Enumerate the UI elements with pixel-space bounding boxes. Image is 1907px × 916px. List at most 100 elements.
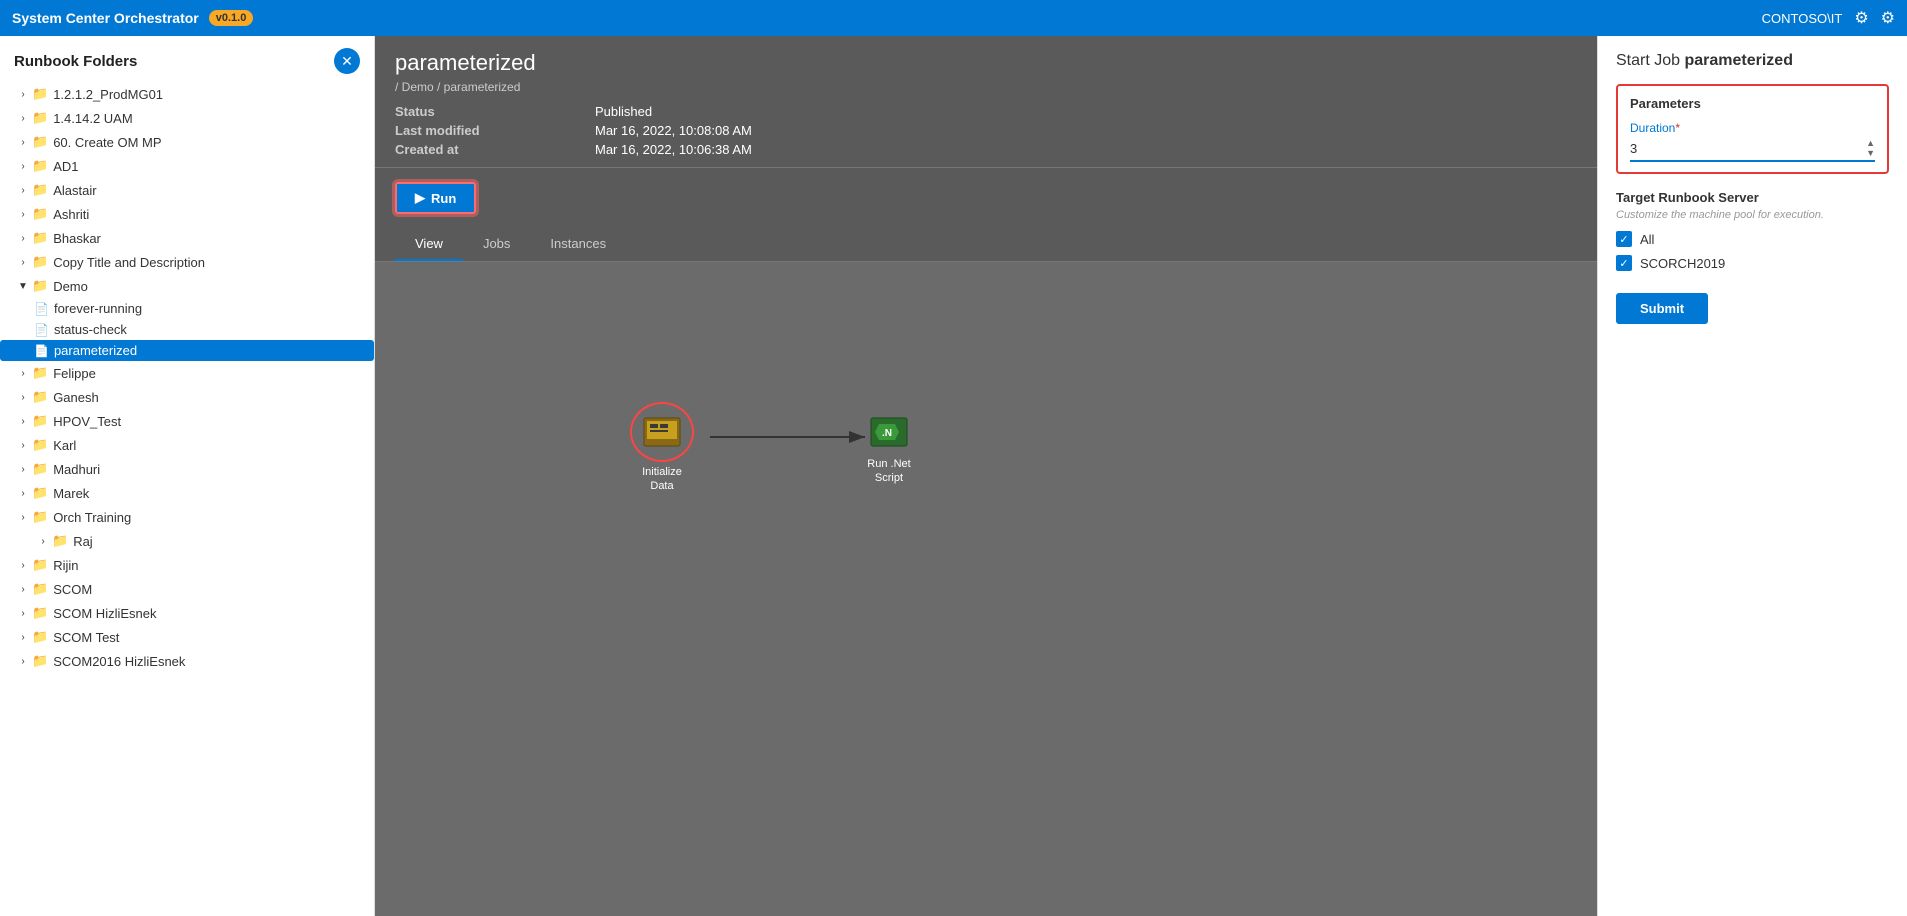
topbar-user: CONTOSO\IT [1762,11,1843,26]
folder-label: Raj [73,534,93,549]
sidebar-item-raj[interactable]: › 📁 Raj [0,529,374,553]
sidebar-item-orch[interactable]: › 📁 Orch Training [0,505,374,529]
sidebar-item-alastair[interactable]: › 📁 Alastair [0,178,374,202]
topbar-left: System Center Orchestrator v0.1.0 [12,10,253,26]
checkbox-scorch-label: SCORCH2019 [1640,256,1725,271]
folder-icon: 📁 [32,389,48,405]
status-value: Published [595,104,1577,119]
folder-icon: 📁 [32,629,48,645]
sidebar-item-marek[interactable]: › 📁 Marek [0,481,374,505]
svg-text:.N: .N [882,428,892,439]
folder-icon: 📁 [32,461,48,477]
panel-title-name: parameterized [1684,52,1793,69]
sidebar-item-60[interactable]: › 📁 60. Create OM MP [0,130,374,154]
gear-icon[interactable]: ⚙ [1881,8,1895,28]
node-icon-initialize [638,410,686,454]
sidebar-item-madhuri[interactable]: › 📁 Madhuri [0,457,374,481]
sidebar-item-rijin[interactable]: › 📁 Rijin [0,553,374,577]
sidebar-item-copytitle[interactable]: › 📁 Copy Title and Description [0,250,374,274]
checkbox-all-row: ✓ All [1616,231,1889,247]
folder-label: Bhaskar [53,231,101,246]
sidebar-item-forever-running[interactable]: 📄 forever-running [0,298,374,319]
canvas-area: InitializeData .N Run .NetScript [375,262,1597,916]
node-icon-dotnet: .N [865,410,913,454]
duration-spinner[interactable]: ▲ ▼ [1866,138,1875,158]
folder-icon: 📁 [32,134,48,150]
tab-view[interactable]: View [395,228,463,261]
folder-label: Felippe [53,366,96,381]
chevron-icon: › [14,656,32,667]
folder-label: 60. Create OM MP [53,135,161,150]
sidebar-item-demo[interactable]: ▼ 📁 Demo [0,274,374,298]
sidebar-header: Runbook Folders ✕ [0,36,374,82]
last-modified-label: Last modified [395,123,575,138]
chevron-icon: › [34,536,52,547]
chevron-icon: › [14,440,32,451]
folder-icon: 📁 [32,413,48,429]
chevron-icon: › [14,185,32,196]
chevron-icon: › [14,488,32,499]
settings-icon[interactable]: ⚙ [1854,8,1868,28]
workflow-node-initialize[interactable]: InitializeData [630,402,694,494]
folder-icon: 📁 [32,86,48,102]
chevron-icon: › [14,392,32,403]
file-icon: 📄 [34,323,49,337]
sidebar-item-hpov[interactable]: › 📁 HPOV_Test [0,409,374,433]
chevron-icon: › [14,257,32,268]
tab-jobs[interactable]: Jobs [463,228,530,261]
sidebar-item-scomtest[interactable]: › 📁 SCOM Test [0,625,374,649]
folder-label: Ganesh [53,390,99,405]
sidebar-item-ganesh[interactable]: › 📁 Ganesh [0,385,374,409]
checkbox-all[interactable]: ✓ [1616,231,1632,247]
sidebar-item-bhaskar[interactable]: › 📁 Bhaskar [0,226,374,250]
checkbox-scorch[interactable]: ✓ [1616,255,1632,271]
folder-label: Orch Training [53,510,131,525]
topbar: System Center Orchestrator v0.1.0 CONTOS… [0,0,1907,36]
folder-icon: 📁 [32,653,48,669]
folder-label: Ashriti [53,207,89,222]
file-label: forever-running [54,301,142,316]
folder-icon: 📁 [32,581,48,597]
content-area: parameterized / Demo / parameterized Sta… [375,36,1597,916]
folder-label: Karl [53,438,76,453]
sidebar-item-1414[interactable]: › 📁 1.4.14.2 UAM [0,106,374,130]
sidebar-item-scomhizli[interactable]: › 📁 SCOM HizliEsnek [0,601,374,625]
folder-icon: 📁 [32,437,48,453]
sidebar-item-parameterized[interactable]: 📄 parameterized [0,340,374,361]
folder-icon: 📁 [32,230,48,246]
sidebar-item-status-check[interactable]: 📄 status-check [0,319,374,340]
chevron-icon: ▼ [14,281,32,292]
sidebar: Runbook Folders ✕ › 📁 1.2.1.2_ProdMG01 ›… [0,36,375,916]
run-button[interactable]: ▶ Run [395,182,476,214]
workflow-canvas [375,262,1597,916]
sidebar-item-felippe[interactable]: › 📁 Felippe [0,361,374,385]
run-label: Run [431,191,456,206]
chevron-icon: › [14,368,32,379]
tab-instances[interactable]: Instances [530,228,626,261]
sidebar-item-ashriti[interactable]: › 📁 Ashriti [0,202,374,226]
file-label: parameterized [54,343,137,358]
chevron-icon: › [14,89,32,100]
duration-required: * [1675,121,1680,135]
panel-title: Start Job parameterized [1616,52,1889,70]
sidebar-item-scom2016[interactable]: › 📁 SCOM2016 HizliEsnek [0,649,374,673]
duration-label: Duration* [1630,121,1875,135]
submit-button[interactable]: Submit [1616,293,1708,324]
folder-label: 1.4.14.2 UAM [53,111,133,126]
panel-title-start: Start Job [1616,52,1684,69]
sidebar-item-scom[interactable]: › 📁 SCOM [0,577,374,601]
sidebar-item-karl[interactable]: › 📁 Karl [0,433,374,457]
duration-input[interactable] [1630,141,1862,156]
metadata-grid: Status Published Last modified Mar 16, 2… [395,104,1577,157]
tabs-bar: View Jobs Instances [375,228,1597,262]
sidebar-close-button[interactable]: ✕ [334,48,360,74]
sidebar-item-1212[interactable]: › 📁 1.2.1.2_ProdMG01 [0,82,374,106]
folder-label: Copy Title and Description [53,255,205,270]
node-label-initialize: InitializeData [642,465,682,494]
workflow-node-dotnet[interactable]: .N Run .NetScript [865,410,913,486]
content-title: parameterized [395,50,1577,76]
target-server-subtitle: Customize the machine pool for execution… [1616,209,1889,221]
sidebar-item-ad1[interactable]: › 📁 AD1 [0,154,374,178]
status-label: Status [395,104,575,119]
folder-icon: 📁 [32,557,48,573]
